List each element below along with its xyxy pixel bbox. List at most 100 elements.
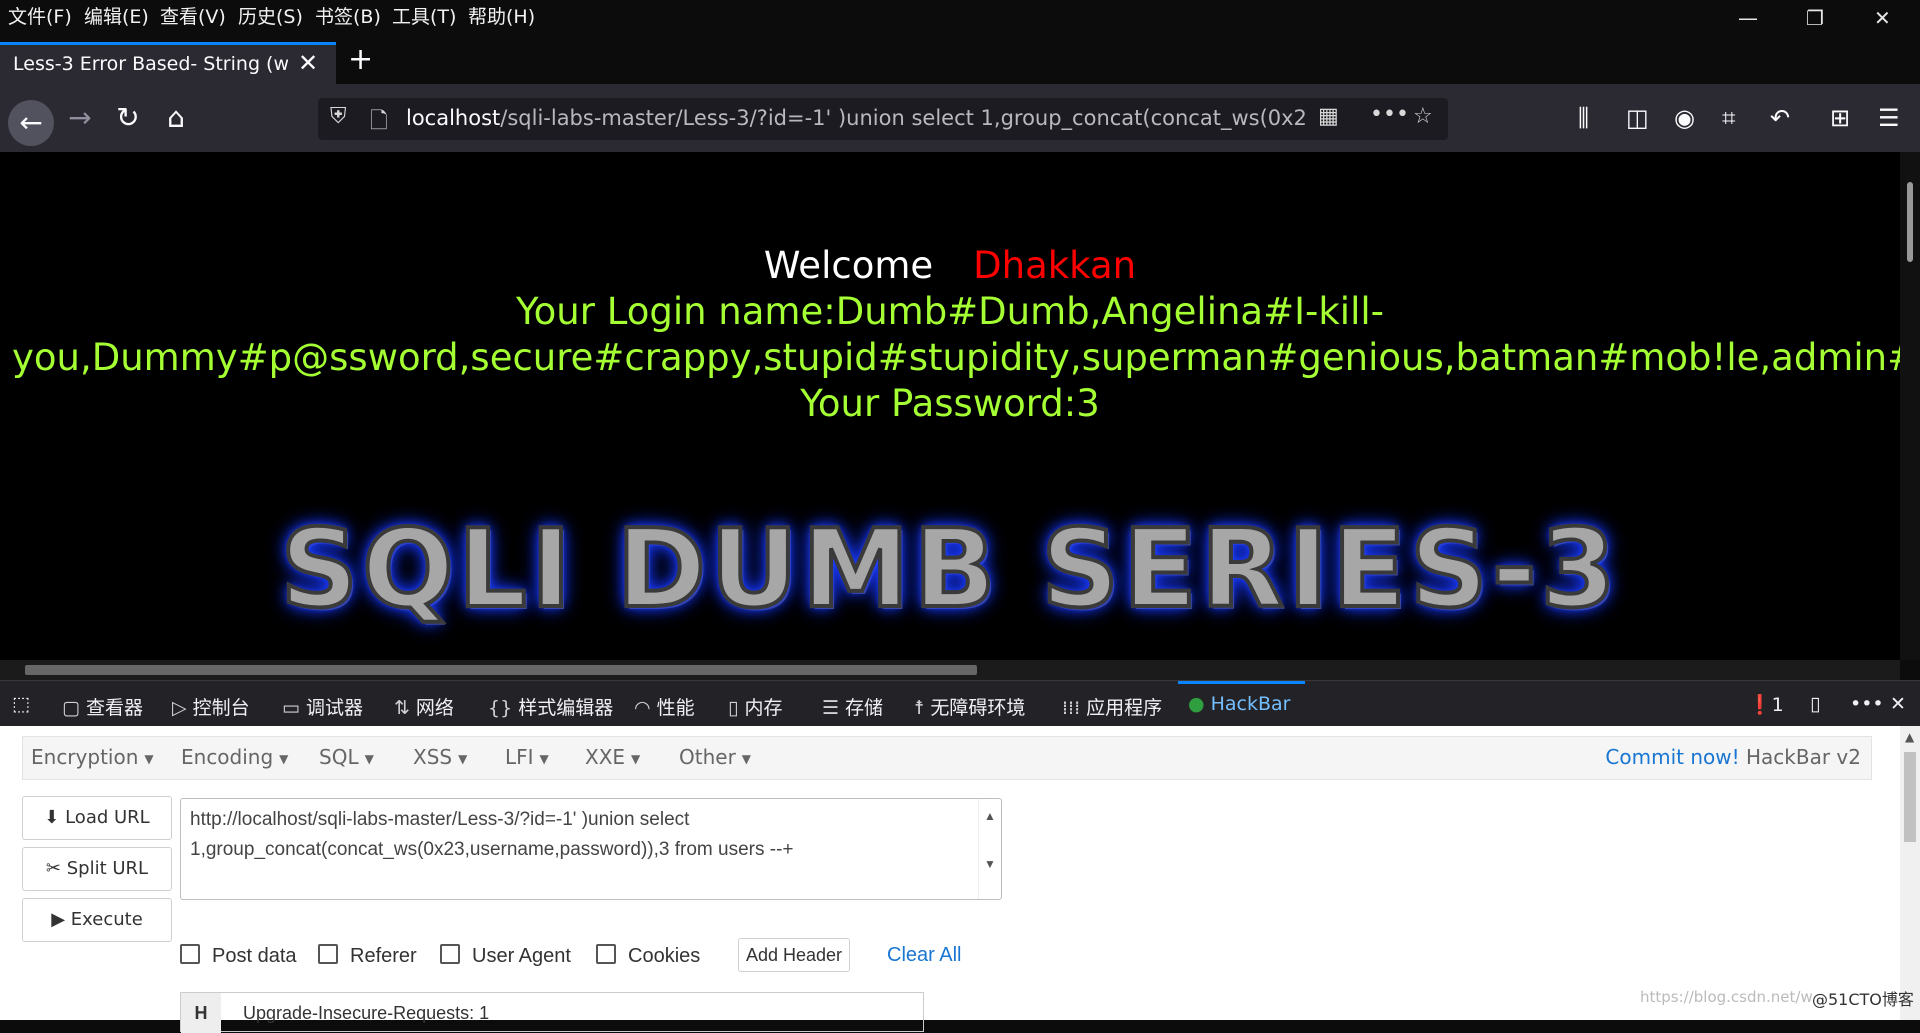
menu-encryption[interactable]: Encryption ▼ <box>31 745 154 769</box>
console-icon: ▷ <box>172 697 187 719</box>
url-text[interactable]: localhost/sqli-labs-master/Less-3/?id=-1… <box>406 106 1306 130</box>
menu-view[interactable]: 查看(V) <box>160 2 226 29</box>
inspector-icon: ▢ <box>62 697 80 719</box>
menu-encoding[interactable]: Encoding ▼ <box>181 745 288 769</box>
bookmark-star-icon[interactable]: ☆ <box>1413 104 1433 129</box>
checkbox-box[interactable] <box>440 944 460 964</box>
referer-checkbox[interactable]: Referer <box>318 944 417 968</box>
crop-icon[interactable]: ⌗ <box>1722 104 1736 132</box>
checkbox-box[interactable] <box>596 944 616 964</box>
reload-button[interactable]: ↻ <box>108 98 148 138</box>
load-url-button[interactable]: ⬇ Load URL <box>22 796 172 840</box>
tab-hackbar[interactable]: ● HackBar <box>1188 693 1290 715</box>
forward-button[interactable]: → <box>60 98 100 138</box>
hamburger-menu-icon[interactable]: ☰ <box>1878 104 1900 132</box>
close-window-button[interactable]: ✕ <box>1874 6 1891 30</box>
browser-tab[interactable]: Less-3 Error Based- String (with ✕ <box>0 42 336 84</box>
tab-debugger[interactable]: ▭ 调试器 <box>282 693 363 720</box>
menu-help[interactable]: 帮助(H) <box>468 2 535 29</box>
cookies-label: Cookies <box>628 945 701 967</box>
scroll-up-icon[interactable]: ▲ <box>984 801 996 831</box>
more-actions-button[interactable]: ••• <box>1370 102 1409 127</box>
add-header-button[interactable]: Add Header <box>738 938 850 972</box>
tab-style-editor[interactable]: {} 样式编辑器 <box>488 693 613 720</box>
menu-history[interactable]: 历史(S) <box>238 2 303 29</box>
tab-hackbar-label: HackBar <box>1210 693 1291 715</box>
tab-memory[interactable]: ▯ 内存 <box>728 693 782 720</box>
account-icon[interactable]: ◉ <box>1674 104 1695 132</box>
new-tab-button[interactable]: + <box>348 42 373 77</box>
page-horizontal-scrollbar[interactable] <box>0 660 1900 680</box>
menu-edit[interactable]: 编辑(E) <box>84 2 149 29</box>
tab-console[interactable]: ▷ 控制台 <box>172 693 250 720</box>
menu-other[interactable]: Other ▼ <box>679 745 751 769</box>
sidebar-icon[interactable]: ◫ <box>1626 104 1649 132</box>
page-horizontal-scroll-thumb[interactable] <box>25 665 977 675</box>
arrow-left-icon: ← <box>19 106 43 139</box>
minimize-button[interactable]: — <box>1738 6 1758 30</box>
menu-sql-label: SQL <box>319 745 359 769</box>
tab-network[interactable]: ⇅ 网络 <box>394 693 454 720</box>
qr-code-icon[interactable]: ▦ <box>1318 104 1339 129</box>
home-button[interactable]: ⌂ <box>156 98 196 138</box>
hackbar-scroll-thumb[interactable] <box>1904 752 1916 842</box>
clear-all-link[interactable]: Clear All <box>887 944 961 967</box>
menu-tools[interactable]: 工具(T) <box>392 2 456 29</box>
user-agent-checkbox[interactable]: User Agent <box>440 944 571 968</box>
error-counter[interactable]: ❗1 <box>1748 693 1784 716</box>
tab-inspector[interactable]: ▢ 查看器 <box>62 693 143 720</box>
header-row: H Upgrade-Insecure-Requests: 1 <box>180 992 924 1033</box>
devtools-more-icon[interactable]: ••• <box>1850 693 1884 715</box>
gift-icon[interactable]: ⊞ <box>1830 104 1850 132</box>
arrow-right-icon: → <box>68 101 92 134</box>
tab-application[interactable]: ⁞⁞⁞ 应用程序 <box>1062 693 1162 720</box>
scroll-up-icon[interactable]: ▲ <box>1905 730 1914 744</box>
element-picker-icon[interactable]: ⬚ <box>12 693 30 715</box>
grid-icon: ⁞⁞⁞ <box>1062 697 1081 719</box>
hackbar-icon: ● <box>1188 693 1205 715</box>
menu-bookmarks[interactable]: 书签(B) <box>315 2 381 29</box>
header-value[interactable]: Upgrade-Insecure-Requests: 1 <box>243 1003 489 1024</box>
close-tab-icon[interactable]: ✕ <box>298 49 318 77</box>
page-icon[interactable]: 🗋 <box>370 104 388 142</box>
url-textarea[interactable]: http://localhost/sqli-labs-master/Less-3… <box>180 798 1002 900</box>
navigation-bar: ← → ↻ ⌂ ⛨ 🗋 localhost/sqli-labs-master/L… <box>0 84 1920 152</box>
url-bar[interactable]: ⛨ 🗋 localhost/sqli-labs-master/Less-3/?i… <box>318 98 1448 140</box>
hackbar-panel: Encryption ▼ Encoding ▼ SQL ▼ XSS ▼ LFI ▼ XXE… <box>0 726 1900 1033</box>
commit-now-link[interactable]: Commit now! <box>1605 745 1739 769</box>
tab-console-label: 控制台 <box>192 697 250 719</box>
menu-xxe[interactable]: XXE ▼ <box>585 745 640 769</box>
textarea-scrollbar[interactable]: ▲ ▼ <box>978 799 1001 899</box>
shield-icon[interactable]: ⛨ <box>330 104 347 129</box>
password-line: Your Password:3 <box>800 382 1100 425</box>
split-url-button[interactable]: ✂ Split URL <box>22 847 172 891</box>
load-url-label: Load URL <box>65 807 150 828</box>
menu-lfi[interactable]: LFI ▼ <box>505 745 549 769</box>
devtools-close-icon[interactable]: ✕ <box>1890 693 1906 715</box>
menu-xss[interactable]: XSS ▼ <box>413 745 467 769</box>
execute-button[interactable]: ▶ Execute <box>22 898 172 942</box>
tab-storage[interactable]: ☰ 存储 <box>822 693 883 720</box>
restore-button[interactable]: ❐ <box>1806 6 1824 30</box>
back-button[interactable]: ← <box>8 100 54 146</box>
referer-label: Referer <box>350 945 417 967</box>
tab-performance[interactable]: ◠ 性能 <box>634 693 695 720</box>
tab-application-label: 应用程序 <box>1086 697 1163 719</box>
hackbar-vertical-scrollbar[interactable]: ▲ <box>1900 726 1920 1020</box>
cookies-checkbox[interactable]: Cookies <box>596 944 700 968</box>
post-data-checkbox[interactable]: Post data <box>180 944 297 968</box>
debugger-icon: ▭ <box>282 697 300 719</box>
checkbox-box[interactable] <box>318 944 338 964</box>
menu-file[interactable]: 文件(F) <box>8 2 72 29</box>
checkbox-box[interactable] <box>180 944 200 964</box>
page-vertical-scrollbar[interactable] <box>1900 152 1920 660</box>
page-content: Welcome Dhakkan Your Login name:Dumb#Dumb… <box>0 152 1900 660</box>
responsive-design-icon[interactable]: ▯ <box>1810 693 1820 715</box>
page-vertical-scroll-thumb[interactable] <box>1907 182 1913 262</box>
undo-icon[interactable]: ↶ <box>1770 104 1790 132</box>
scroll-down-icon[interactable]: ▼ <box>984 849 996 879</box>
menu-sql[interactable]: SQL ▼ <box>319 745 374 769</box>
caret-down-icon: ▼ <box>539 751 549 766</box>
library-icon[interactable]: ⫼ <box>1578 104 1589 132</box>
tab-accessibility[interactable]: ☨ 无障碍环境 <box>914 693 1025 720</box>
